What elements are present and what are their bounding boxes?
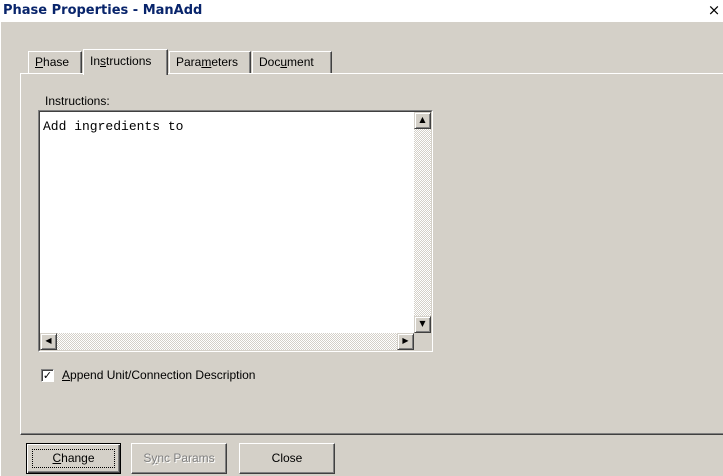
- accel: A: [62, 368, 71, 382]
- arrow-down-icon[interactable]: ▼: [414, 316, 431, 333]
- accel: s: [100, 54, 107, 68]
- append-checkbox[interactable]: ✓: [41, 369, 54, 382]
- scroll-corner: [414, 333, 431, 350]
- tab-instructions[interactable]: Instructions: [83, 49, 168, 75]
- arrow-right-icon[interactable]: ▶: [397, 333, 414, 350]
- accel: P: [35, 55, 44, 69]
- textarea-inner: Add ingredients to ▲ ▼ ◀ ▶: [39, 111, 432, 351]
- accel: u: [280, 55, 288, 69]
- tab-label: Phase: [35, 55, 70, 69]
- sync-label: Sync Params: [143, 451, 215, 465]
- instructions-label: Instructions:: [45, 94, 110, 108]
- dialog-edge: [0, 22, 2, 476]
- arrow-up-icon[interactable]: ▲: [414, 112, 431, 129]
- tab-label: Document: [259, 55, 314, 69]
- close-button[interactable]: Close: [239, 443, 335, 474]
- tab-label: Instructions: [90, 54, 152, 68]
- change-button[interactable]: Change: [26, 443, 121, 474]
- checkmark-icon: ✓: [42, 369, 53, 382]
- vertical-scrollbar[interactable]: ▲ ▼: [414, 112, 431, 333]
- instructions-text[interactable]: Add ingredients to: [43, 119, 183, 134]
- tab-document[interactable]: Document: [252, 51, 332, 73]
- accel: m: [201, 55, 212, 69]
- tab-label: Parameters: [176, 55, 239, 69]
- tab-phase[interactable]: Phase: [28, 51, 82, 73]
- instructions-textarea[interactable]: Add ingredients to ▲ ▼ ◀ ▶: [38, 110, 433, 352]
- title-bar[interactable]: Phase Properties - ManAdd ×: [0, 0, 723, 22]
- tab-parameters[interactable]: Parameters: [169, 51, 251, 73]
- focus-rect: [32, 449, 115, 468]
- accel: y: [151, 451, 158, 465]
- append-checkbox-label[interactable]: Append Unit/Connection Description: [62, 368, 255, 382]
- horizontal-scrollbar[interactable]: ◀ ▶: [40, 333, 414, 350]
- close-icon[interactable]: ×: [705, 2, 723, 20]
- arrow-left-icon[interactable]: ◀: [40, 333, 57, 350]
- window-title: Phase Properties - ManAdd: [3, 3, 203, 18]
- sync-params-button[interactable]: Sync Params: [131, 443, 227, 474]
